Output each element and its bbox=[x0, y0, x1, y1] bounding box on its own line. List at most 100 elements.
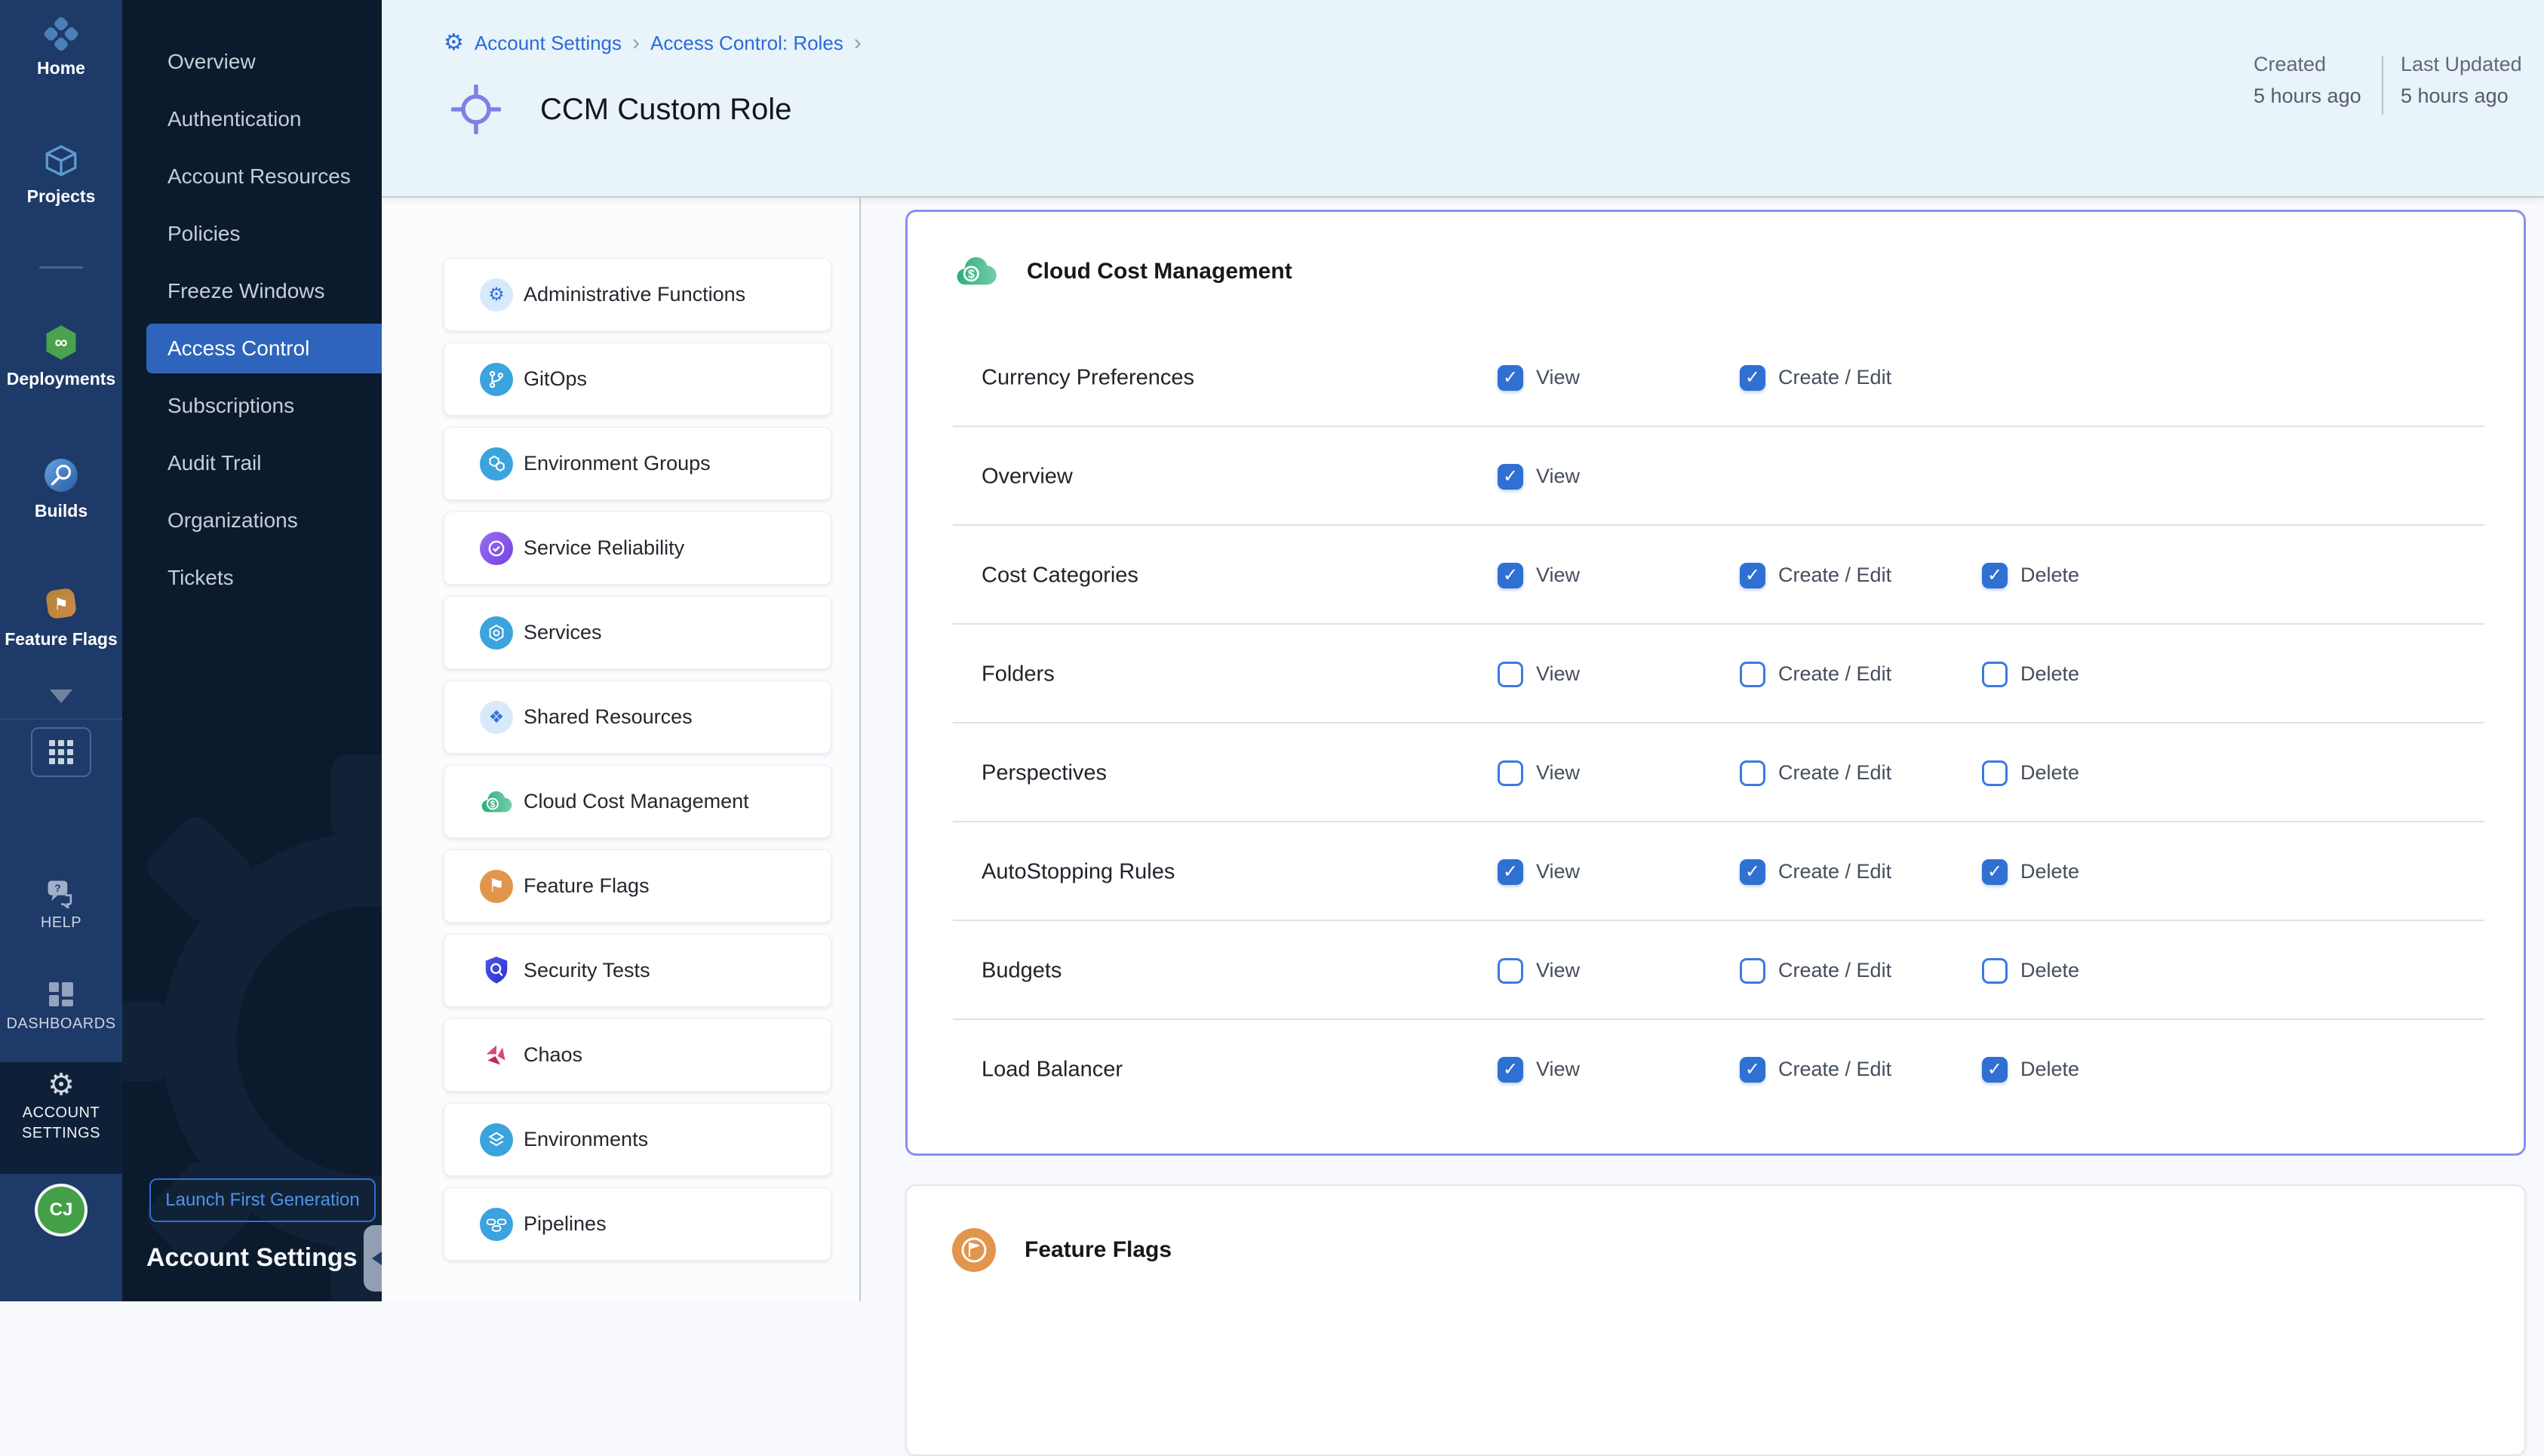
load-balancer-view-checkbox[interactable]: ✓ View bbox=[1498, 1020, 1580, 1119]
environment-groups-icon bbox=[480, 447, 513, 481]
menu-item-organizations[interactable]: Organizations bbox=[122, 492, 382, 549]
pipelines-icon bbox=[480, 1208, 513, 1241]
menu-item-overview[interactable]: Overview bbox=[122, 33, 382, 91]
module-card-services[interactable]: Services bbox=[444, 596, 831, 669]
column-separator bbox=[859, 198, 861, 1301]
menu-item-authentication[interactable]: Authentication bbox=[122, 91, 382, 148]
module-card-chaos[interactable]: Chaos bbox=[444, 1018, 831, 1092]
last-updated-value: 5 hours ago bbox=[2401, 84, 2509, 108]
breadcrumb-separator-icon: › bbox=[854, 30, 862, 56]
budgets-create-edit-checkbox[interactable]: ✓ Create / Edit bbox=[1740, 921, 1891, 1020]
ccm-permissions-panel: $ Cloud Cost Management Currency Prefere… bbox=[905, 210, 2526, 1156]
menu-item-subscriptions[interactable]: Subscriptions bbox=[122, 377, 382, 435]
page-header: ⚙ Account Settings › Access Control: Rol… bbox=[382, 0, 2544, 198]
breadcrumb-roles[interactable]: Access Control: Roles bbox=[650, 32, 843, 55]
breadcrumb-gear-icon: ⚙ bbox=[444, 32, 464, 54]
menu-item-account-resources[interactable]: Account Resources bbox=[122, 148, 382, 205]
created-label: Created bbox=[2254, 53, 2326, 76]
cost-categories-delete-checkbox[interactable]: ✓ Delete bbox=[1982, 526, 2079, 625]
load-balancer-create-edit-checkbox[interactable]: ✓ Create / Edit bbox=[1740, 1020, 1891, 1119]
module-list: ⚙ Administrative Functions GitOps Enviro… bbox=[382, 198, 860, 1301]
breadcrumb-account-settings[interactable]: Account Settings bbox=[475, 32, 622, 55]
module-card-service-reliability[interactable]: Service Reliability bbox=[444, 511, 831, 585]
cloud-cost-management-header-icon: $ bbox=[954, 254, 998, 288]
feature-flags-section-icon bbox=[952, 1228, 996, 1272]
budgets-view-checkbox[interactable]: ✓ View bbox=[1498, 921, 1580, 1020]
module-card-security-tests[interactable]: Security Tests bbox=[444, 934, 831, 1007]
permission-row-cost-categories: Cost Categories ✓ View ✓ Create / Edit ✓… bbox=[908, 526, 2524, 625]
rail-item-account-settings[interactable]: ⚙ ACCOUNT SETTINGS bbox=[0, 1062, 122, 1174]
created-value: 5 hours ago bbox=[2254, 84, 2361, 108]
svg-text:∞: ∞ bbox=[55, 333, 68, 353]
module-card-environment-groups[interactable]: Environment Groups bbox=[444, 427, 831, 500]
menu-item-audit-trail[interactable]: Audit Trail bbox=[122, 435, 382, 492]
perspectives-delete-checkbox[interactable]: ✓ Delete bbox=[1982, 723, 2079, 822]
perspectives-create-edit-checkbox[interactable]: ✓ Create / Edit bbox=[1740, 723, 1891, 822]
module-card-cloud-cost-management[interactable]: $ Cloud Cost Management bbox=[444, 765, 831, 838]
user-avatar[interactable]: CJ bbox=[38, 1187, 84, 1233]
cloud-cost-management-icon: $ bbox=[480, 785, 513, 819]
menu-item-freeze-windows[interactable]: Freeze Windows bbox=[122, 263, 382, 320]
panel-title: Cloud Cost Management bbox=[1027, 259, 1292, 284]
menu-item-tickets[interactable]: Tickets bbox=[122, 549, 382, 607]
currency-preferences-view-checkbox[interactable]: ✓ View bbox=[1498, 328, 1580, 427]
dashboards-icon bbox=[46, 979, 76, 1009]
overview-view-checkbox[interactable]: ✓ View bbox=[1498, 427, 1580, 526]
rail-item-builds[interactable]: Builds bbox=[0, 456, 122, 521]
cost-categories-view-checkbox[interactable]: ✓ View bbox=[1498, 526, 1580, 625]
menu-item-policies[interactable]: Policies bbox=[122, 205, 382, 263]
cost-categories-create-edit-checkbox[interactable]: ✓ Create / Edit bbox=[1740, 526, 1891, 625]
autostopping-rules-delete-checkbox[interactable]: ✓ Delete bbox=[1982, 822, 2079, 921]
panel-header: $ Cloud Cost Management bbox=[954, 254, 1292, 288]
launch-first-generation-button[interactable]: Launch First Generation bbox=[149, 1178, 376, 1222]
svg-text:⚑: ⚑ bbox=[54, 594, 69, 613]
svg-text:$: $ bbox=[968, 268, 975, 281]
module-card-gitops[interactable]: GitOps bbox=[444, 342, 831, 416]
collapse-arrow-icon bbox=[372, 1248, 382, 1269]
autostopping-rules-view-checkbox[interactable]: ✓ View bbox=[1498, 822, 1580, 921]
rail-item-feature-flags[interactable]: ⚑ Feature Flags bbox=[0, 585, 122, 650]
sidebar-collapse-handle[interactable] bbox=[364, 1225, 382, 1292]
load-balancer-delete-checkbox[interactable]: ✓ Delete bbox=[1982, 1020, 2079, 1119]
title-row: CCM Custom Role bbox=[451, 84, 791, 134]
folders-create-edit-checkbox[interactable]: ✓ Create / Edit bbox=[1740, 625, 1891, 723]
module-card-environments[interactable]: Environments bbox=[444, 1103, 831, 1176]
rail-label-feature-flags: Feature Flags bbox=[0, 629, 122, 650]
budgets-delete-checkbox[interactable]: ✓ Delete bbox=[1982, 921, 2079, 1020]
rail-chevron-down-icon[interactable] bbox=[50, 690, 72, 703]
builds-icon bbox=[42, 456, 80, 494]
currency-preferences-create-edit-checkbox[interactable]: ✓ Create / Edit bbox=[1740, 328, 1891, 427]
page-title: CCM Custom Role bbox=[540, 93, 791, 127]
perspectives-view-checkbox[interactable]: ✓ View bbox=[1498, 723, 1580, 822]
rail-section-divider bbox=[0, 718, 122, 720]
rail-label-home: Home bbox=[0, 58, 122, 78]
section-title: Feature Flags bbox=[1025, 1237, 1172, 1263]
module-card-pipelines[interactable]: Pipelines bbox=[444, 1187, 831, 1261]
module-picker-button[interactable] bbox=[31, 727, 91, 777]
home-icon bbox=[44, 17, 78, 51]
resource-label: Budgets bbox=[982, 958, 1062, 983]
autostopping-rules-create-edit-checkbox[interactable]: ✓ Create / Edit bbox=[1740, 822, 1891, 921]
module-card-administrative-functions[interactable]: ⚙ Administrative Functions bbox=[444, 258, 831, 331]
folders-delete-checkbox[interactable]: ✓ Delete bbox=[1982, 625, 2079, 723]
module-card-feature-flags[interactable]: ⚑ Feature Flags bbox=[444, 849, 831, 923]
module-card-shared-resources[interactable]: ❖ Shared Resources bbox=[444, 680, 831, 754]
rail-item-dashboards[interactable]: DASHBOARDS bbox=[0, 979, 122, 1033]
permissions-main: $ Cloud Cost Management Currency Prefere… bbox=[861, 198, 2544, 1301]
folders-view-checkbox[interactable]: ✓ View bbox=[1498, 625, 1580, 723]
rail-item-deployments[interactable]: ∞ Deployments bbox=[0, 323, 122, 389]
resource-label: Cost Categories bbox=[982, 563, 1138, 588]
resource-label: Overview bbox=[982, 464, 1073, 489]
menu-item-access-control[interactable]: Access Control bbox=[146, 324, 382, 373]
resource-label: AutoStopping Rules bbox=[982, 859, 1175, 884]
rail-label-builds: Builds bbox=[0, 501, 122, 521]
rail-item-projects[interactable]: Projects bbox=[0, 142, 122, 207]
breadcrumb-separator-icon: › bbox=[632, 30, 640, 56]
rail-label-account-settings: ACCOUNT SETTINGS bbox=[14, 1103, 109, 1144]
grid-icon bbox=[49, 740, 73, 764]
services-icon bbox=[480, 616, 513, 650]
environments-icon bbox=[480, 1123, 513, 1157]
rail-item-help[interactable]: ? HELP bbox=[0, 878, 122, 932]
resource-label: Load Balancer bbox=[982, 1057, 1123, 1082]
rail-item-home[interactable]: Home bbox=[0, 17, 122, 78]
